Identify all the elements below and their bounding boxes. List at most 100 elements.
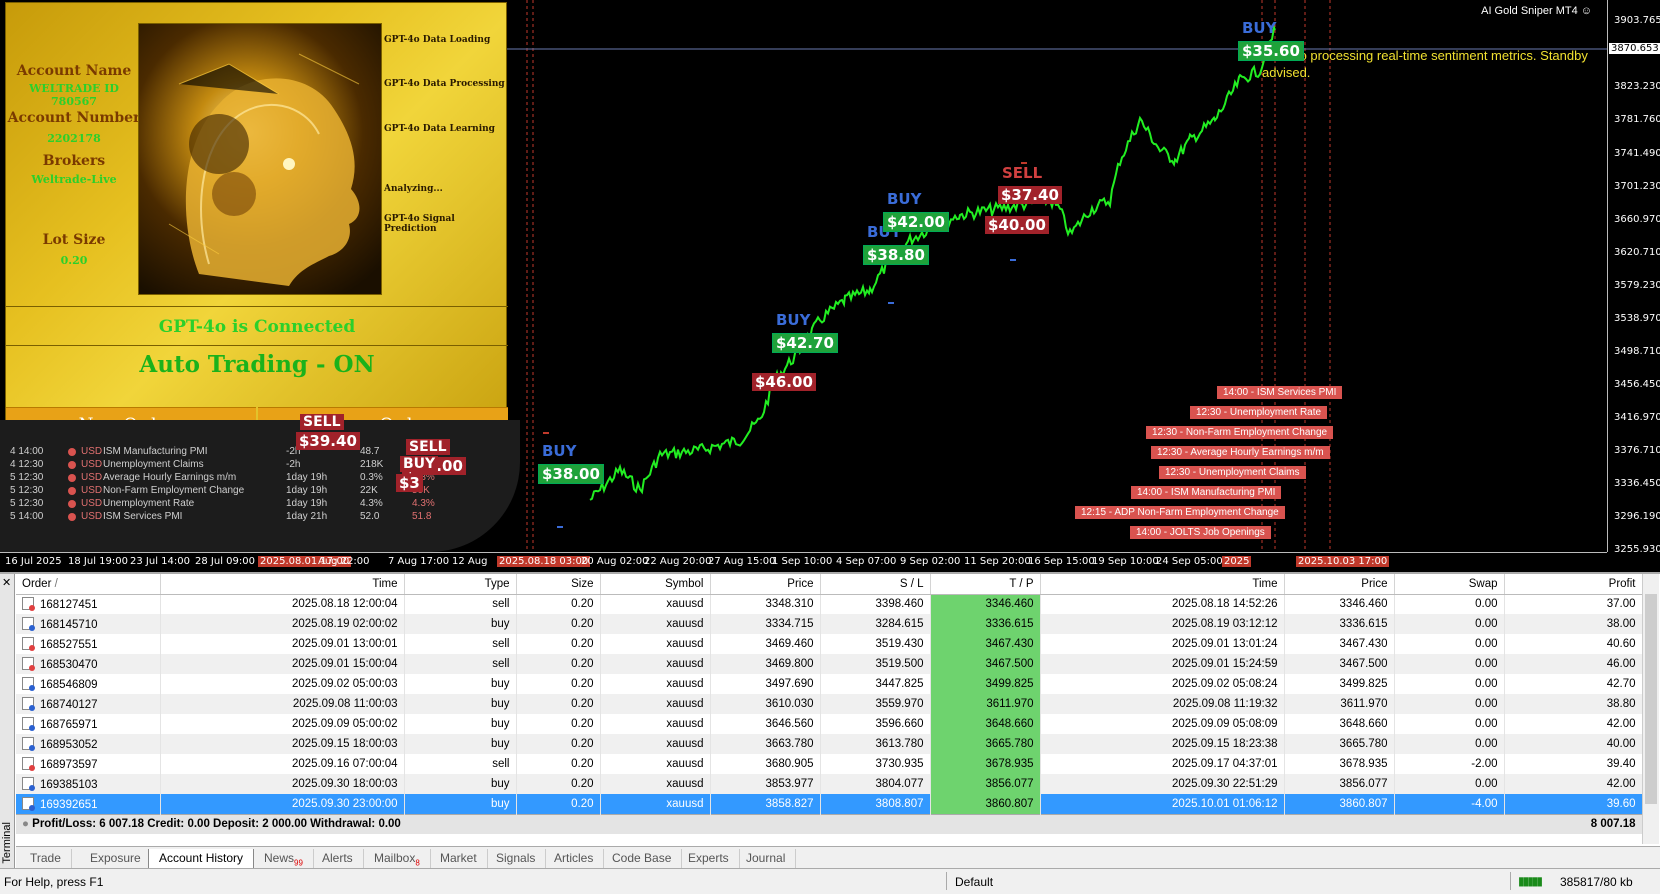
- column-header[interactable]: T / P: [930, 574, 1041, 595]
- news-event-box[interactable]: 12:30 - Unemployment Claims: [1159, 466, 1306, 479]
- table-row[interactable]: 168145710 2025.08.19 02:00:02 buy 0.20 xauus…: [16, 614, 1643, 634]
- table-row[interactable]: 168765971 2025.09.09 05:00:02 buy 0.20 xauus…: [16, 714, 1643, 734]
- tab-news[interactable]: News99: [254, 849, 314, 869]
- cell-value: 3856.077: [1339, 778, 1388, 790]
- table-cell: buy: [404, 794, 517, 814]
- tab-alerts[interactable]: Alerts: [312, 849, 364, 869]
- column-header[interactable]: Time: [1040, 574, 1285, 595]
- cell-value: 169385103: [40, 779, 98, 791]
- column-header[interactable]: Price: [1284, 574, 1395, 595]
- scroll-thumb[interactable]: [1645, 594, 1657, 804]
- tab-mailbox[interactable]: Mailbox8: [364, 849, 431, 869]
- table-row[interactable]: 169385103 2025.09.30 18:00:03 buy 0.20 xauus…: [16, 774, 1643, 794]
- tab-experts[interactable]: Experts: [678, 849, 740, 869]
- vertical-scrollbar[interactable]: [1642, 574, 1659, 844]
- cell-value: 0.20: [571, 638, 594, 650]
- news-event-box[interactable]: 12:15 - ADP Non-Farm Employment Change: [1075, 506, 1285, 519]
- terminal-side-tab[interactable]: ✕ Terminal: [0, 574, 15, 870]
- calendar-row: 5 12:30 USD Unemployment Rate 1day 19h 4.3% 4…: [10, 498, 480, 511]
- time-axis-label: 18 Jul 19:00: [68, 556, 128, 567]
- calendar-time: 1day 21h: [286, 511, 328, 522]
- calendar-event: Non-Farm Employment Change: [103, 485, 245, 496]
- account-history-table: Order / Time Type Size Symbol Price S / L T / P…: [16, 574, 1643, 834]
- price-scale-label: 3296.190: [1614, 511, 1660, 522]
- column-header[interactable]: Type: [404, 574, 517, 595]
- time-axis-label: 23 Jul 14:00: [130, 556, 190, 567]
- table-cell: xauusd: [600, 614, 711, 634]
- tab-journal[interactable]: Journal: [736, 849, 797, 869]
- table-row[interactable]: 168527551 2025.09.01 13:00:01 sell 0.20 xauu…: [16, 634, 1643, 654]
- table-row[interactable]: 168546809 2025.09.02 05:00:03 buy 0.20 xauus…: [16, 674, 1643, 694]
- price-scale[interactable]: 3870.653 3903.765 3823.230 3781.760 3741.49…: [1607, 0, 1660, 555]
- column-header[interactable]: Time: [160, 574, 405, 595]
- cell-value: xauusd: [666, 758, 704, 770]
- table-cell: 2025.09.15 18:23:38: [1040, 734, 1285, 754]
- column-header[interactable]: S / L: [820, 574, 931, 595]
- cell-value: sell: [492, 638, 510, 650]
- table-cell: 3346.460: [1284, 594, 1395, 614]
- table-cell: 0.00: [1394, 694, 1505, 714]
- tab-trade[interactable]: Trade: [20, 849, 72, 869]
- price-scale-label: 3255.930: [1614, 544, 1660, 555]
- table-cell: 3467.430: [1284, 634, 1395, 654]
- overlay-profit-label: $3: [396, 474, 423, 492]
- cell-value: 3678.935: [985, 758, 1034, 770]
- column-header-label: Profit: [1608, 577, 1636, 590]
- table-cell: 2025.09.08 11:00:03: [160, 694, 405, 714]
- news-event-box[interactable]: 12:30 - Non-Farm Employment Change: [1146, 426, 1334, 439]
- calendar-event: Unemployment Claims: [103, 459, 204, 470]
- impact-icon: [68, 461, 76, 469]
- news-event-box[interactable]: 14:00 - ISM Services PMI: [1217, 386, 1343, 399]
- cell-value: buy: [490, 797, 510, 810]
- table-row[interactable]: 168953052 2025.09.15 18:00:03 buy 0.20 xauus…: [16, 734, 1643, 754]
- cell-value: 3559.970: [875, 698, 924, 710]
- cell-value: 2025.09.02 05:00:03: [291, 678, 398, 690]
- tab-market[interactable]: Market: [430, 849, 488, 869]
- time-axis[interactable]: 16 Jul 2025 18 Jul 19:00 23 Jul 14:00 28 Ju…: [0, 552, 1607, 572]
- column-header[interactable]: Price: [710, 574, 821, 595]
- cell-value: 2025.09.01 13:00:01: [291, 638, 398, 650]
- tab-articles[interactable]: Articles: [544, 849, 605, 869]
- calendar-cur: USD: [81, 511, 103, 522]
- table-row[interactable]: 168127451 2025.08.18 12:00:04 sell 0.20 xauu…: [16, 594, 1643, 614]
- table-cell: 2025.09.17 04:37:01: [1040, 754, 1285, 774]
- column-header[interactable]: Profit: [1504, 574, 1643, 595]
- table-cell: 2025.09.30 18:00:03: [160, 774, 405, 794]
- table-row[interactable]: 168973597 2025.09.16 07:00:04 sell 0.20 xauu…: [16, 754, 1643, 774]
- column-header[interactable]: Swap: [1394, 574, 1505, 595]
- cell-value: 0.00: [1475, 638, 1498, 650]
- close-icon[interactable]: ✕: [2, 576, 11, 589]
- news-event-box[interactable]: 12:30 - Unemployment Rate: [1190, 406, 1328, 419]
- table-row[interactable]: 168530470 2025.09.01 15:00:04 sell 0.20 xauu…: [16, 654, 1643, 674]
- cell-value: 0.00: [1475, 618, 1498, 630]
- connection-status: GPT-4o is Connected: [6, 306, 508, 346]
- cell-value: xauusd: [666, 778, 704, 790]
- tab-exposure[interactable]: Exposure: [80, 849, 152, 869]
- cell-value: xauusd: [666, 738, 704, 750]
- table-cell: 0.00: [1394, 714, 1505, 734]
- news-event-box[interactable]: 14:00 - JOLTS Job Openings: [1130, 526, 1271, 539]
- account-number: 2202178: [47, 132, 101, 145]
- cell-value: 3853.977: [765, 778, 814, 790]
- table-row[interactable]: 169392651 2025.09.30 23:00:00 buy 0.20 xauus…: [16, 794, 1643, 814]
- sell-order-icon: [22, 757, 35, 771]
- account-number-label: Account Number: [7, 110, 141, 126]
- news-event-box[interactable]: 12:30 - Average Hourly Earnings m/m: [1151, 446, 1330, 459]
- column-header[interactable]: Order /: [16, 574, 161, 595]
- cell-value: 2025.09.30 23:00:00: [291, 797, 398, 810]
- calendar-event: ISM Manufacturing PMI: [103, 446, 208, 457]
- news-event-box[interactable]: 14:00 - ISM Manufacturing PMI: [1131, 486, 1282, 499]
- tab-code-base[interactable]: Code Base: [602, 849, 683, 869]
- cell-value: 3858.827: [765, 797, 814, 810]
- column-header[interactable]: Symbol: [600, 574, 711, 595]
- time-axis-label: 11 Sep 20:00: [964, 556, 1031, 567]
- buy-signal-label: BUY: [776, 311, 811, 329]
- column-header[interactable]: Size: [516, 574, 601, 595]
- table-cell: xauusd: [600, 694, 711, 714]
- table-row[interactable]: 168740127 2025.09.08 11:00:03 buy 0.20 xauus…: [16, 694, 1643, 714]
- table-cell: 3398.460: [820, 594, 931, 614]
- tab-account-history[interactable]: Account History: [148, 849, 255, 869]
- tab-signals[interactable]: Signals: [486, 849, 547, 869]
- price-scale-label: 3376.710: [1614, 445, 1660, 456]
- buy-signal-label: BUY: [1242, 19, 1277, 37]
